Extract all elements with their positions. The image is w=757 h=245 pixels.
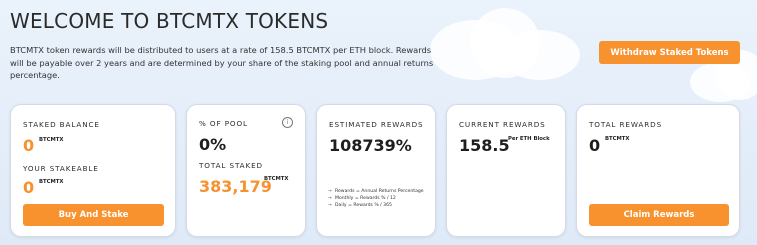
arrow-right-icon: →	[328, 203, 332, 209]
estimated-rewards-label: ESTIMATED REWARDS	[329, 120, 424, 129]
total-rewards-value: 0	[589, 136, 601, 155]
arrow-right-icon: →	[328, 189, 332, 194]
staking-dashboard: WELCOME TO BTCMTX TOKENS BTCMTX token re…	[0, 0, 757, 245]
list-item: → Rewards = Annual Returns Percentage	[328, 189, 424, 194]
buy-and-stake-button[interactable]: Buy And Stake	[23, 204, 164, 226]
pool-share-value: 0%	[199, 135, 227, 154]
current-rewards-unit: Per ETH Block	[508, 136, 550, 142]
pool-share-label: % OF POOL	[199, 119, 248, 128]
total-rewards-unit: BTCMTX	[605, 136, 630, 142]
estimated-rewards-value: 108739%	[329, 136, 412, 155]
current-rewards-label: CURRENT REWARDS	[459, 120, 546, 129]
pool-share-card: % OF POOL i 0% TOTAL STAKED 383,179 BTCM…	[186, 104, 306, 237]
estimated-rewards-card: ESTIMATED REWARDS 108739% → Rewards = An…	[316, 104, 436, 237]
total-staked-label: TOTAL STAKED	[199, 161, 263, 170]
claim-rewards-button[interactable]: Claim Rewards	[589, 204, 729, 226]
cloud-decoration	[500, 30, 580, 80]
current-rewards-card: CURRENT REWARDS 158.5 Per ETH Block	[446, 104, 566, 237]
total-rewards-card: TOTAL REWARDS 0 BTCMTX Claim Rewards	[576, 104, 740, 237]
withdraw-staked-tokens-button[interactable]: Withdraw Staked Tokens	[599, 41, 740, 64]
reward-formula-notes: → Rewards = Annual Returns Percentage → …	[328, 189, 428, 210]
stakeable-label: YOUR STAKEABLE	[23, 164, 99, 173]
staked-balance-value: 0	[23, 136, 35, 155]
total-staked-value: 383,179	[199, 177, 272, 196]
stakeable-value: 0	[23, 178, 35, 197]
total-rewards-label: TOTAL REWARDS	[589, 120, 663, 129]
staked-balance-label: STAKED BALANCE	[23, 120, 100, 129]
stakeable-unit: BTCMTX	[39, 179, 64, 185]
arrow-right-icon: →	[328, 196, 332, 202]
page-title: WELCOME TO BTCMTX TOKENS	[10, 9, 329, 33]
info-icon[interactable]: i	[282, 117, 293, 128]
staked-balance-card: STAKED BALANCE 0 BTCMTX YOUR STAKEABLE 0…	[10, 104, 176, 237]
list-item: → Daily = Rewards % / 365	[328, 203, 392, 209]
staked-balance-unit: BTCMTX	[39, 137, 64, 143]
page-description: BTCMTX token rewards will be distributed…	[10, 45, 434, 80]
total-staked-unit: BTCMTX	[264, 176, 289, 182]
list-item: → Monthly = Rewards % / 12	[328, 196, 396, 202]
current-rewards-value: 158.5	[459, 136, 510, 155]
